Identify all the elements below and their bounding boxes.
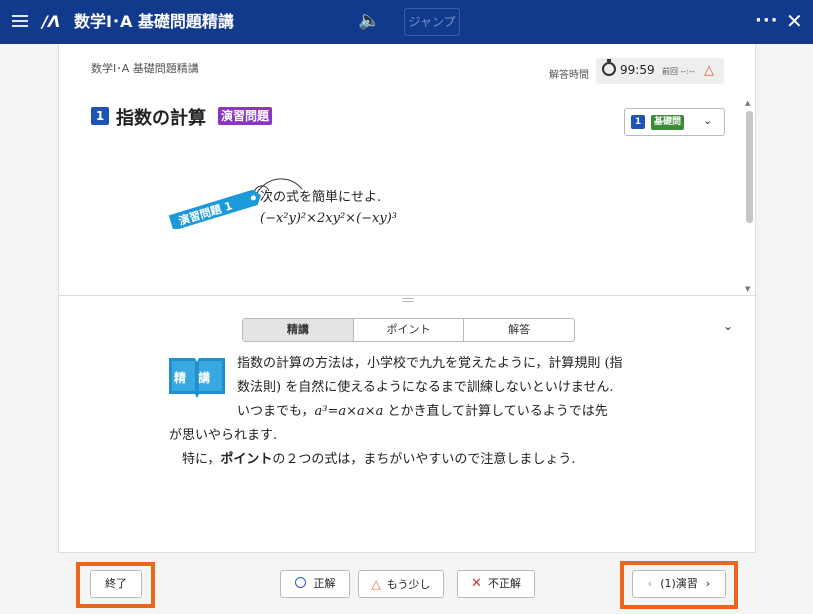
problem-expression: (−x²y)²×2xy²×(−xy)³ [260,211,398,226]
chapter-title: 指数の計算 [116,108,206,129]
almost-label: もう少し [386,578,431,591]
timer-value: 99:59 [620,63,655,77]
ribbon-label: 演習問題 1 [177,198,234,228]
wrong-button[interactable]: ✕ 不正解 [457,570,535,598]
explanation-line: が思いやられます. [169,428,278,443]
cross-icon: ✕ [471,576,482,591]
triangle-icon: △ [371,577,381,591]
menu-icon[interactable] [10,12,30,32]
almost-button[interactable]: △ もう少し [358,570,444,598]
explanation-formula: a³=a×a×a [314,404,384,419]
explanation-line: いつまでも，a³=a×a×a とかき直して計算しているようでは先 [169,400,689,424]
next-exercise-button[interactable]: ‹ (1)演習 › [632,570,726,598]
tab-answer[interactable]: 解答 [464,319,574,341]
speaker-icon[interactable]: 🔈 [358,10,380,31]
wrong-label: 不正解 [487,577,521,590]
explanation-text-part: 特に， [182,452,221,467]
jump-button[interactable]: ジャンプ [404,8,460,36]
correct-button[interactable]: 正解 [280,570,350,598]
content-sheet: 数学Ⅰ･A 基礎問題精講 解答時間 99:59 前回 --:-- △ 1 指数の… [58,44,757,552]
scroll-down-icon[interactable]: ▼ [745,285,750,293]
tab-bar: 精講 ポイント 解答 [242,318,575,342]
problem-instruction: 次の式を簡単にせよ. [260,190,382,205]
next-label: (1)演習 [660,577,698,590]
correct-label: 正解 [313,577,336,590]
previous-time: 前回 --:-- [662,67,695,76]
explanation-text: 指数の計算の方法は，小学校で九九を覚えたように，計算規則 (指 数法則) を自然… [169,352,689,472]
chapter-number: 1 [91,107,109,125]
explanation-text-part: とかき直して計算しているようでは先 [383,404,608,419]
breadcrumb: 数学Ⅰ･A 基礎問題精講 [91,62,199,75]
level-number: 1 [631,115,645,129]
scroll-up-icon[interactable]: ▲ [745,99,750,107]
explanation-line: 数法則) を自然に使えるようになるまで訓練しないといけません. [237,380,614,395]
splitter-grip[interactable] [402,298,414,302]
level-badge: 基礎問 [651,115,685,130]
chevron-right-icon: › [705,577,711,590]
app-title: 数学Ⅰ･A 基礎問題精講 [74,12,234,31]
explanation-text-part: の２つの式は，まちがいやすいので注意しましょう. [272,452,576,467]
stopwatch-icon [602,59,616,76]
scrollbar-thumb[interactable] [746,111,753,223]
chevron-left-icon: ‹ [647,577,653,590]
chapter-tag: 演習問題 [218,107,273,125]
explanation-keyword: ポイント [220,452,273,467]
app-header: /Λ 数学Ⅰ･A 基礎問題精講 🔈 ジャンプ ··· ✕ [0,0,813,44]
more-icon[interactable]: ··· [755,10,779,31]
collapse-chevron-icon[interactable]: ⌄ [723,319,733,333]
chevron-down-icon: ⌄ [703,114,713,127]
end-button[interactable]: 終了 [90,570,142,598]
explanation-line: 指数の計算の方法は，小学校で九九を覚えたように，計算規則 (指 [237,356,623,371]
app-logo-icon: /Λ [42,12,61,31]
circle-icon [294,577,306,588]
timer-box: 99:59 前回 --:-- △ [596,58,724,84]
explanation-text-part: いつまでも， [237,404,315,419]
problem-text: 次の式を簡単にせよ. (−x²y)²×2xy²×(−xy)³ [260,187,397,229]
scrollbar[interactable]: ▲ ▼ [744,99,755,295]
explanation-line: 特に，ポイントの２つの式は，まちがいやすいので注意しましょう. [169,448,689,472]
triangle-mark-icon: △ [704,63,714,78]
tab-point[interactable]: ポイント [354,319,465,341]
timer-label: 解答時間 [549,70,589,81]
footer-bar: 終了 正解 △ もう少し ✕ 不正解 ‹ (1)演習 › [58,552,756,614]
close-icon[interactable]: ✕ [786,9,803,33]
pane-splitter[interactable] [59,295,757,305]
level-select[interactable]: 1 基礎問 ⌄ [624,108,725,136]
tab-seiko[interactable]: 精講 [243,319,354,341]
